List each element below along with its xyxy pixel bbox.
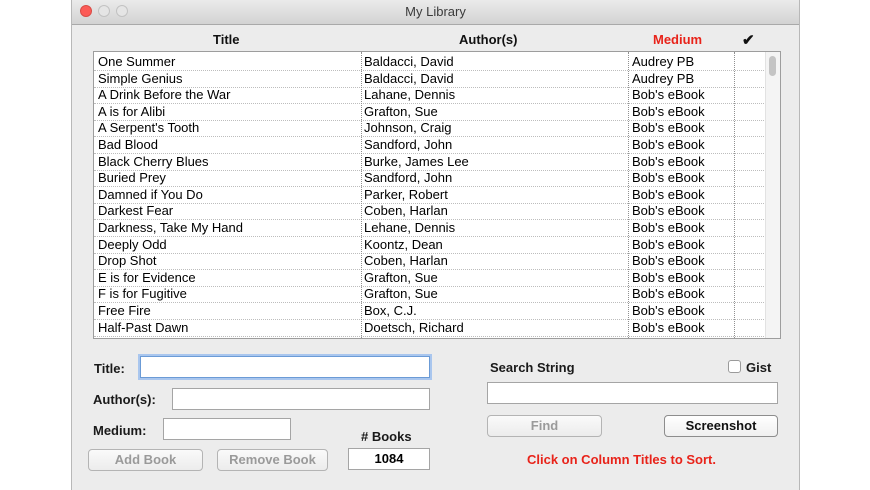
- row-title-cell: Drop Shot: [98, 253, 157, 269]
- search-input[interactable]: [487, 382, 778, 404]
- row-title-cell: A Drink Before the War: [98, 87, 231, 103]
- remove-book-button[interactable]: Remove Book: [217, 449, 328, 471]
- row-medium-cell: Bob's eBook: [632, 220, 705, 235]
- row-author-cell: Parker, Robert: [364, 186, 448, 202]
- column-header-title[interactable]: Title: [213, 32, 240, 47]
- row-title-cell: Simple Genius: [98, 70, 183, 86]
- table-row[interactable]: Drop ShotCoben, HarlanBob's eBook✓: [94, 253, 764, 271]
- row-title-cell: One Summer: [98, 54, 176, 69]
- column-divider: [734, 52, 735, 338]
- medium-label: Medium:: [93, 423, 147, 438]
- title-input[interactable]: [140, 356, 430, 378]
- sort-hint: Click on Column Titles to Sort.: [527, 452, 716, 467]
- table-row[interactable]: Darkness, Take My Hand Lehane, Dennis Bob'…: [94, 220, 764, 237]
- row-medium-cell: Bob's eBook: [632, 186, 705, 202]
- books-count-value: 1084: [348, 448, 430, 470]
- column-header-check[interactable]: ✔: [742, 31, 755, 49]
- table-row[interactable]: A Serpent's Tooth Johnson, Craig Bob's eBo…: [94, 120, 764, 138]
- row-medium-cell: Bob's eBook: [632, 137, 705, 152]
- row-author-cell: Coben, Harlan: [364, 203, 448, 219]
- table-row[interactable]: Deeply OddKoontz, DeanBob's eBook✓: [94, 237, 764, 254]
- row-title-cell: A Serpent's Tooth: [98, 120, 200, 136]
- row-title-cell: Half-Past Dawn: [98, 319, 189, 335]
- add-book-button[interactable]: Add Book: [88, 449, 203, 471]
- table-row[interactable]: E is for Evidence Grafton, Sue Bob's eBook…: [94, 270, 764, 287]
- table-row[interactable]: A is for AlibiGrafton, SueBob's eBook✓: [94, 104, 764, 121]
- books-table[interactable]: One SummerBaldacci, DavidAudrey PB✓Simpl…: [93, 51, 781, 339]
- row-medium-cell: Bob's eBook: [632, 203, 705, 219]
- row-author-cell: Lahane, Dennis: [364, 87, 456, 103]
- row-medium-cell: Audrey PB: [632, 70, 695, 86]
- row-author-cell: Coben, Harlan: [364, 253, 448, 269]
- table-row[interactable]: Half-Past Dawn Doetsch, Richard Bob's eBoo…: [94, 320, 764, 337]
- row-medium-cell: Bob's eBook: [632, 87, 705, 103]
- row-title-cell: E is for Evidence: [98, 269, 196, 285]
- search-string-label: Search String: [490, 360, 575, 375]
- gist-checkbox[interactable]: [728, 360, 741, 373]
- table-row[interactable]: Buried PreySandford, JohnBob's eBook✓: [94, 170, 764, 188]
- table-row[interactable]: A Drink Before the War Lahane, Dennis Bob'…: [94, 87, 764, 105]
- row-title-cell: Damned if You Do: [98, 186, 203, 202]
- table-row[interactable]: Darkest FearCoben, HarlanBob's eBook✓: [94, 203, 764, 221]
- title-bar: My Library: [72, 0, 799, 25]
- row-medium-cell: Audrey PB: [632, 54, 695, 69]
- title-label: Title:: [94, 361, 125, 376]
- find-button[interactable]: Find: [487, 415, 602, 437]
- row-medium-cell: Bob's eBook: [632, 303, 705, 318]
- column-header-authors[interactable]: Author(s): [459, 32, 518, 47]
- row-author-cell: Grafton, Sue: [364, 103, 438, 119]
- row-title-cell: A is for Alibi: [98, 103, 166, 119]
- row-medium-cell: Bob's eBook: [632, 236, 705, 252]
- library-window: My Library Title Author(s) Medium ✔ One …: [72, 0, 799, 490]
- row-title-cell: Buried Prey: [98, 170, 166, 186]
- table-scrollbar[interactable]: [765, 52, 780, 338]
- row-medium-cell: Bob's eBook: [632, 120, 705, 136]
- row-title-cell: Darkness, Take My Hand: [98, 220, 243, 235]
- row-author-cell: Sandford, John: [364, 170, 453, 186]
- screenshot-button[interactable]: Screenshot: [664, 415, 778, 437]
- column-header-medium[interactable]: Medium: [653, 32, 702, 47]
- row-medium-cell: Bob's eBook: [632, 103, 705, 119]
- row-author-cell: Baldacci, David: [364, 70, 454, 86]
- row-title-cell: F is for Fugitive: [98, 286, 187, 302]
- row-title-cell: Black Cherry Blues: [98, 153, 209, 169]
- column-divider: [361, 52, 362, 338]
- row-medium-cell: Bob's eBook: [632, 319, 705, 335]
- row-title-cell: Free Fire: [98, 303, 151, 318]
- row-medium-cell: Bob's eBook: [632, 153, 705, 169]
- table-row[interactable]: One SummerBaldacci, DavidAudrey PB✓: [94, 54, 764, 71]
- row-title-cell: Deeply Odd: [98, 236, 167, 252]
- window-title: My Library: [405, 4, 466, 19]
- row-medium-cell: Bob's eBook: [632, 253, 705, 269]
- row-author-cell: Koontz, Dean: [364, 236, 443, 252]
- row-author-cell: Burke, James Lee: [364, 153, 469, 169]
- row-medium-cell: Bob's eBook: [632, 286, 705, 302]
- books-count-label: # Books: [361, 429, 412, 444]
- row-title-cell: Darkest Fear: [98, 203, 174, 219]
- table-row[interactable]: Black Cherry Blues Burke, James Lee Bob's …: [94, 154, 764, 171]
- row-author-cell: Box, C.J.: [364, 303, 417, 318]
- row-author-cell: Grafton, Sue: [364, 286, 438, 302]
- medium-input[interactable]: [163, 418, 291, 440]
- column-divider: [628, 52, 629, 338]
- table-row[interactable]: Simple GeniusBaldacci, DavidAudrey PB✓: [94, 71, 764, 88]
- gist-label: Gist: [746, 360, 772, 375]
- authors-label: Author(s):: [93, 392, 156, 407]
- table-row[interactable]: F is for Fugitive Grafton, Sue Bob's eBook…: [94, 286, 764, 304]
- row-title-cell: Bad Blood: [98, 137, 158, 152]
- table-row[interactable]: Free FireBox, C.J.Bob's eBook✓: [94, 303, 764, 320]
- row-author-cell: Sandford, John: [364, 137, 453, 152]
- scrollbar-thumb[interactable]: [769, 56, 776, 76]
- authors-input[interactable]: [172, 388, 430, 410]
- row-author-cell: Baldacci, David: [364, 54, 454, 69]
- table-row[interactable]: Damned if You Do Parker, Robert Bob's eBoo…: [94, 187, 764, 204]
- row-medium-cell: Bob's eBook: [632, 269, 705, 285]
- row-author-cell: Doetsch, Richard: [364, 319, 464, 335]
- row-author-cell: Grafton, Sue: [364, 269, 438, 285]
- row-medium-cell: Bob's eBook: [632, 170, 705, 186]
- row-author-cell: Lehane, Dennis: [364, 220, 456, 235]
- row-author-cell: Johnson, Craig: [364, 120, 452, 136]
- table-row[interactable]: Bad BloodSandford, JohnBob's eBook✓: [94, 137, 764, 154]
